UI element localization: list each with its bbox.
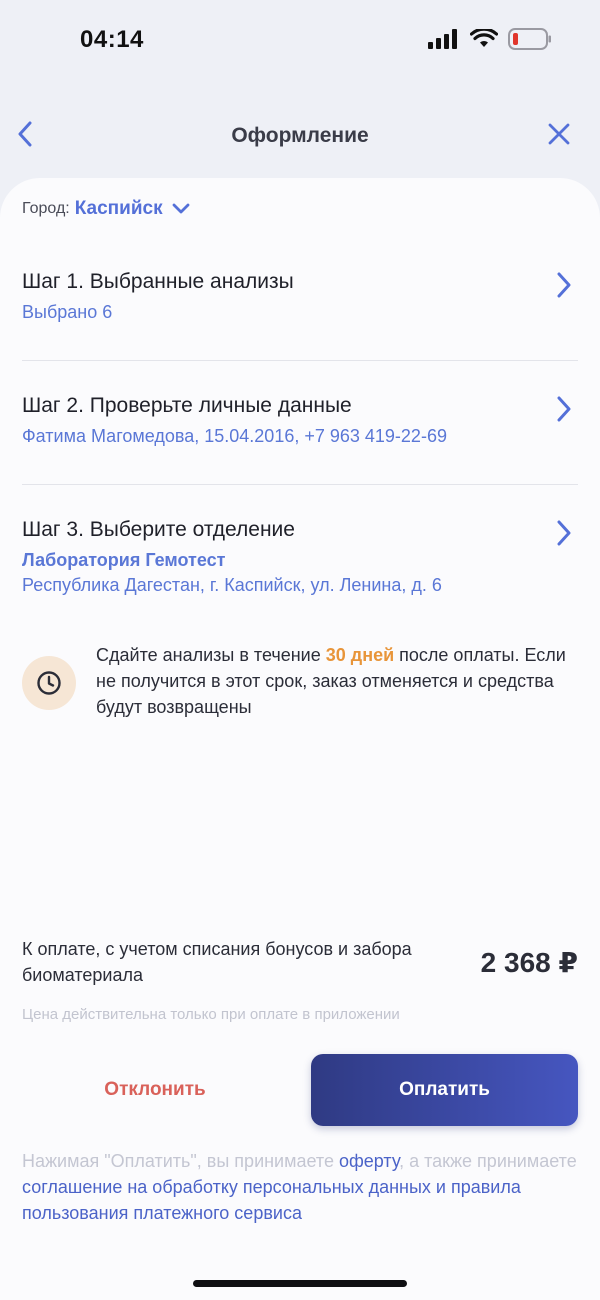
close-icon xyxy=(548,123,570,150)
close-button[interactable] xyxy=(544,120,574,152)
decline-button[interactable]: Отклонить xyxy=(22,1054,288,1126)
chevron-down-icon[interactable] xyxy=(171,202,191,216)
city-value[interactable]: Каспийск xyxy=(75,198,163,220)
signal-icon xyxy=(428,29,460,54)
divider xyxy=(22,360,578,361)
chevron-right-icon xyxy=(556,272,572,303)
step-2-personal-data[interactable]: Шаг 2. Проверьте личные данные Фатима Ма… xyxy=(22,394,578,447)
nav-header: Оформление xyxy=(0,100,600,172)
terms-text-part: Нажимая "Оплатить", вы принимаете xyxy=(22,1151,339,1171)
step-subtitle: Выбрано 6 xyxy=(22,302,113,322)
battery-icon xyxy=(508,28,552,55)
page-title: Оформление xyxy=(231,124,369,147)
payment-amount: 2 368 ₽ xyxy=(480,947,578,978)
step-title: Шаг 1. Выбранные анализы xyxy=(22,270,294,293)
step-title: Шаг 3. Выберите отделение xyxy=(22,518,295,541)
step-1-selected-tests[interactable]: Шаг 1. Выбранные анализы Выбрано 6 xyxy=(22,270,578,323)
chevron-right-icon xyxy=(556,396,572,427)
step-subtitle: Лаборатория Гемотест xyxy=(22,550,226,570)
status-icons xyxy=(428,27,552,55)
step-title: Шаг 2. Проверьте личные данные xyxy=(22,394,352,417)
terms-text: Нажимая "Оплатить", вы принимаете оферту… xyxy=(22,1148,578,1226)
status-bar: 04:14 xyxy=(0,0,600,84)
offer-link[interactable]: оферту xyxy=(339,1151,399,1171)
status-time: 04:14 xyxy=(80,26,144,53)
terms-text-part: , а также принимаете xyxy=(399,1151,577,1171)
clock-icon xyxy=(22,656,76,710)
content-sheet: Город: Каспийск Шаг 1. Выбранные анализы… xyxy=(0,178,600,1300)
notice-text-part: Сдайте анализы в течение xyxy=(96,645,326,665)
pay-button[interactable]: Оплатить xyxy=(311,1054,578,1126)
chevron-right-icon xyxy=(556,520,572,551)
home-indicator xyxy=(193,1280,407,1287)
checkout-screen: 04:14 Оформление Город: Каспийск Шаг 1. … xyxy=(0,0,600,1300)
step-subtitle: Фатима Магомедова, 15.04.2016, +7 963 41… xyxy=(22,426,447,446)
divider xyxy=(22,484,578,485)
notice-highlight: 30 дней xyxy=(325,645,395,665)
payment-label: К оплате, с учетом списания бонусов и за… xyxy=(22,939,412,985)
step-address: Республика Дагестан, г. Каспийск, ул. Ле… xyxy=(22,575,442,595)
city-label: Город: xyxy=(22,200,70,217)
step-3-branch[interactable]: Шаг 3. Выберите отделение Лаборатория Ге… xyxy=(22,518,578,596)
wifi-icon xyxy=(469,27,499,54)
notice-text: Сдайте анализы в течение 30 дней после о… xyxy=(96,642,578,720)
agreement-link[interactable]: соглашение на обработку персональных дан… xyxy=(22,1177,521,1223)
city-selector[interactable]: Город: Каспийск xyxy=(22,198,191,220)
price-note: Цена действительна только при оплате в п… xyxy=(22,1006,400,1023)
